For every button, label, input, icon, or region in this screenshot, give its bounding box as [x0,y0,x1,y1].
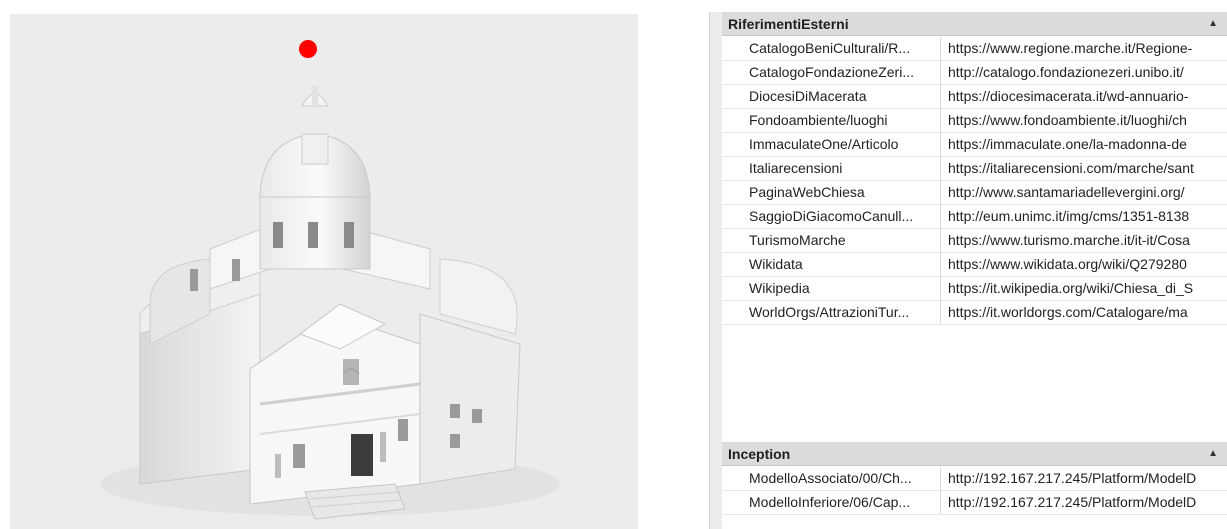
section-title: RiferimentiEsterni [728,16,849,32]
section-title: Inception [728,446,791,462]
properties-panel: RiferimentiEsterni ▲ CatalogoBeniCultura… [709,12,1227,529]
property-value[interactable]: https://immaculate.one/la-madonna-de [946,133,1227,156]
property-value[interactable]: https://www.regione.marche.it/Regione- [946,37,1227,60]
property-row[interactable]: TurismoMarche https://www.turismo.marche… [722,229,1227,253]
property-row[interactable]: WorldOrgs/AttrazioniTur... https://it.wo… [722,301,1227,325]
property-key: CatalogoFondazioneZeri... [722,61,941,84]
property-row[interactable]: SaggioDiGiacomoCanull... http://eum.unim… [722,205,1227,229]
property-value[interactable]: http://catalogo.fondazionezeri.unibo.it/ [946,61,1227,84]
property-value[interactable]: https://diocesimacerata.it/wd-annuario- [946,85,1227,108]
property-key: ModelloInferiore/06/Cap... [722,491,941,514]
property-value[interactable]: http://192.167.217.245/Platform/ModelD [946,467,1227,490]
property-row[interactable]: CatalogoBeniCulturali/R... https://www.r… [722,37,1227,61]
property-value[interactable]: https://it.wikipedia.org/wiki/Chiesa_di_… [946,277,1227,300]
section-header-riferimenti-esterni[interactable]: RiferimentiEsterni ▲ [722,12,1227,36]
property-value[interactable]: http://eum.unimc.it/img/cms/1351-8138 [946,205,1227,228]
property-key: DiocesiDiMacerata [722,85,941,108]
chevron-up-icon[interactable]: ▲ [1208,12,1218,36]
property-row[interactable]: PaginaWebChiesa http://www.santamariadel… [722,181,1227,205]
property-row[interactable]: CatalogoFondazioneZeri... http://catalog… [722,61,1227,85]
property-value[interactable]: https://www.fondoambiente.it/luoghi/ch [946,109,1227,132]
church-model [100,86,560,520]
chevron-up-icon[interactable]: ▲ [1208,442,1218,466]
property-key: Wikipedia [722,277,941,300]
property-value[interactable]: https://it.worldorgs.com/Catalogare/ma [946,301,1227,324]
property-row[interactable]: DiocesiDiMacerata https://diocesimacerat… [722,85,1227,109]
property-row[interactable]: Italiarecensioni https://italiarecension… [722,157,1227,181]
property-key: Wikidata [722,253,941,276]
red-dot-marker[interactable] [299,40,317,58]
property-value[interactable]: http://www.santamariadellevergini.org/ [946,181,1227,204]
property-key: ModelloAssociato/00/Ch... [722,467,941,490]
property-value[interactable]: https://italiarecensioni.com/marche/sant [946,157,1227,180]
property-key: ImmaculateOne/Articolo [722,133,941,156]
property-value[interactable]: https://www.turismo.marche.it/it-it/Cosa [946,229,1227,252]
property-value[interactable]: http://192.167.217.245/Platform/ModelD [946,491,1227,514]
property-row[interactable]: Wikidata https://www.wikidata.org/wiki/Q… [722,253,1227,277]
property-row[interactable]: ModelloInferiore/06/Cap... http://192.16… [722,491,1227,515]
property-key: CatalogoBeniCulturali/R... [722,37,941,60]
property-row[interactable]: ModelloAssociato/00/Ch... http://192.167… [722,467,1227,491]
property-row[interactable]: Fondoambiente/luoghi https://www.fondoam… [722,109,1227,133]
property-key: Fondoambiente/luoghi [722,109,941,132]
property-key: SaggioDiGiacomoCanull... [722,205,941,228]
property-row[interactable]: ImmaculateOne/Articolo https://immaculat… [722,133,1227,157]
property-value[interactable]: https://www.wikidata.org/wiki/Q279280 [946,253,1227,276]
property-key: TurismoMarche [722,229,941,252]
section-header-inception[interactable]: Inception ▲ [722,442,1227,466]
property-key: Italiarecensioni [722,157,941,180]
3d-viewport[interactable] [10,14,638,529]
property-row[interactable]: Wikipedia https://it.wikipedia.org/wiki/… [722,277,1227,301]
property-key: WorldOrgs/AttrazioniTur... [722,301,941,324]
property-key: PaginaWebChiesa [722,181,941,204]
